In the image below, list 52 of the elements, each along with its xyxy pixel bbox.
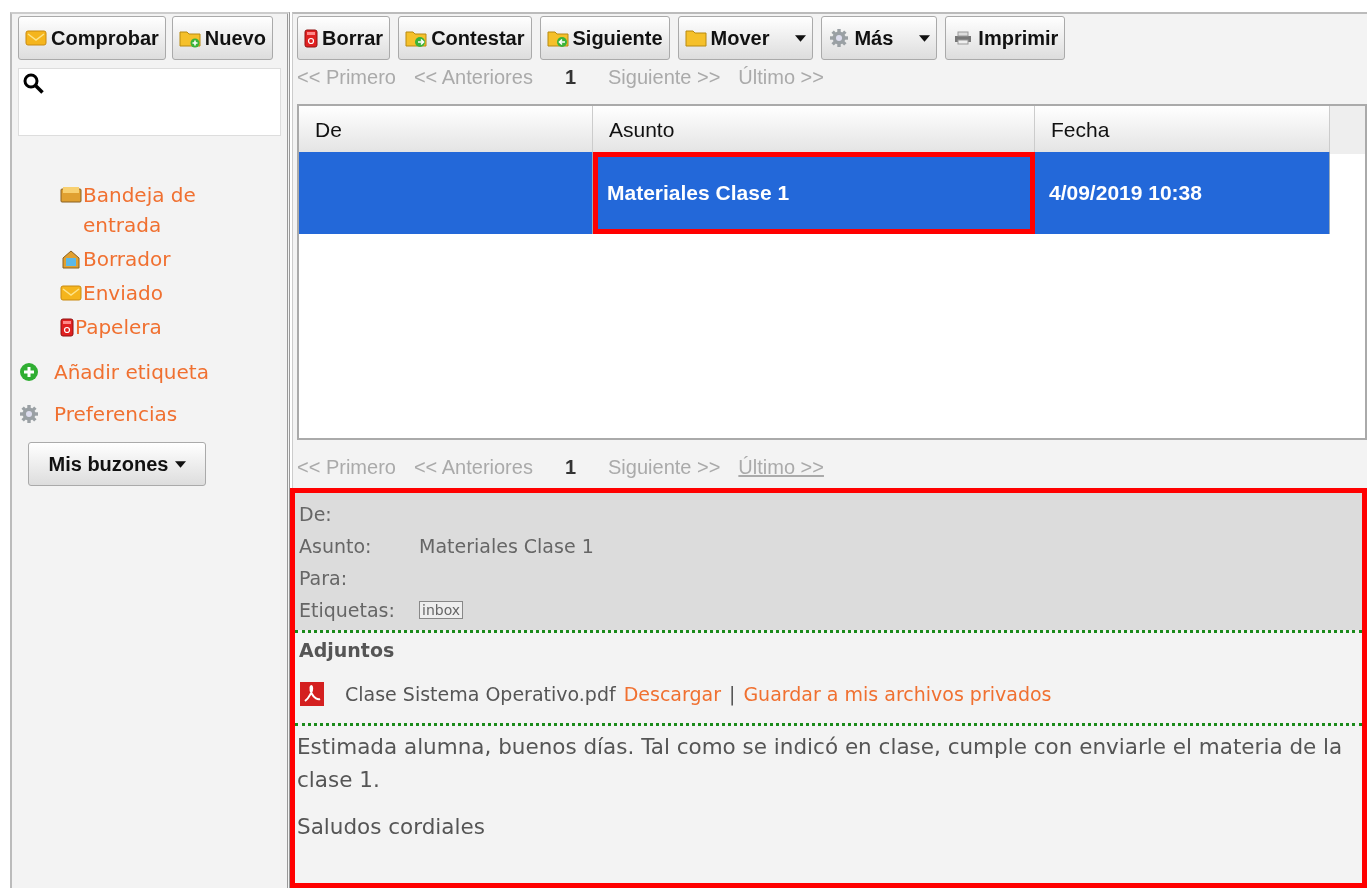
trash-can-icon [304, 28, 318, 48]
gear-icon [828, 28, 851, 48]
download-link[interactable]: Descargar [623, 683, 721, 705]
folder-plus-icon [178, 28, 201, 48]
toolbar-button[interactable]: Imprimir [945, 16, 1066, 60]
field-value: Materiales Clase 1 [419, 534, 595, 557]
search-field[interactable] [18, 68, 281, 136]
sidebar-link[interactable]: Preferencias [18, 402, 281, 426]
mailboxes-button[interactable]: Mis buzones [28, 442, 206, 486]
page-number[interactable]: 1 [564, 455, 577, 479]
message-row[interactable]: Materiales Clase 1 4/09/2019 10:38 [299, 152, 1330, 234]
plus-circle-icon [18, 362, 40, 382]
label-tag[interactable]: inbox [419, 600, 464, 619]
toolbar-button[interactable]: Contestar [398, 16, 532, 60]
toolbar-button[interactable]: Borrar [297, 16, 391, 60]
inbox-tray-icon [60, 185, 82, 205]
envelope-icon [25, 28, 47, 48]
field-label: Etiquetas: [299, 598, 396, 621]
table-cell: 4/09/2019 10:38 [1035, 152, 1330, 234]
caret-icon [174, 460, 186, 468]
sidebar-link[interactable]: Añadir etiqueta [18, 360, 281, 384]
toolbar-button[interactable]: Comprobar [18, 16, 166, 60]
trash-can-icon [60, 317, 74, 337]
table-cell: Materiales Clase 1 [593, 152, 1035, 234]
folder-item[interactable]: Papelera [60, 312, 240, 342]
pdf-icon [299, 681, 325, 707]
folder-item[interactable]: Enviado [60, 278, 240, 308]
folder-item[interactable]: Borrador [60, 244, 240, 274]
field-label: Asunto: [299, 534, 373, 557]
field-label: De: [299, 502, 333, 525]
toolbar-button[interactable]: Siguiente [539, 16, 670, 60]
attachment-name: Clase Sistema Operativo.pdf [345, 683, 616, 705]
house-icon [60, 249, 82, 269]
message-paragraph: Saludos cordiales [297, 813, 486, 841]
folder-arrow-icon [546, 28, 569, 48]
toolbar-button[interactable]: Más [821, 16, 938, 60]
save-link[interactable]: Guardar a mis archivos privados [743, 683, 1052, 705]
page-number[interactable]: 1 [564, 65, 577, 89]
gear-icon [18, 404, 40, 424]
header-filler [1330, 106, 1365, 154]
field-label: Para: [299, 566, 349, 589]
folder-reply-icon [405, 28, 428, 48]
folder-item[interactable]: Bandeja de entrada [60, 180, 240, 240]
attachments-heading: Adjuntos [299, 639, 396, 661]
search-icon [23, 73, 45, 95]
toolbar-button[interactable]: Mover [677, 16, 814, 60]
envelope-icon [60, 283, 82, 303]
message-paragraph: Estimada alumna, buenos días. Tal como se indicó en clase, cumple con enviarle el materia de la clase 1. [297, 733, 1344, 794]
column-header[interactable]: Asunto [593, 106, 1035, 154]
folder-icon [684, 28, 707, 48]
toolbar-button[interactable]: Nuevo [171, 16, 273, 60]
separator: | [729, 683, 736, 705]
